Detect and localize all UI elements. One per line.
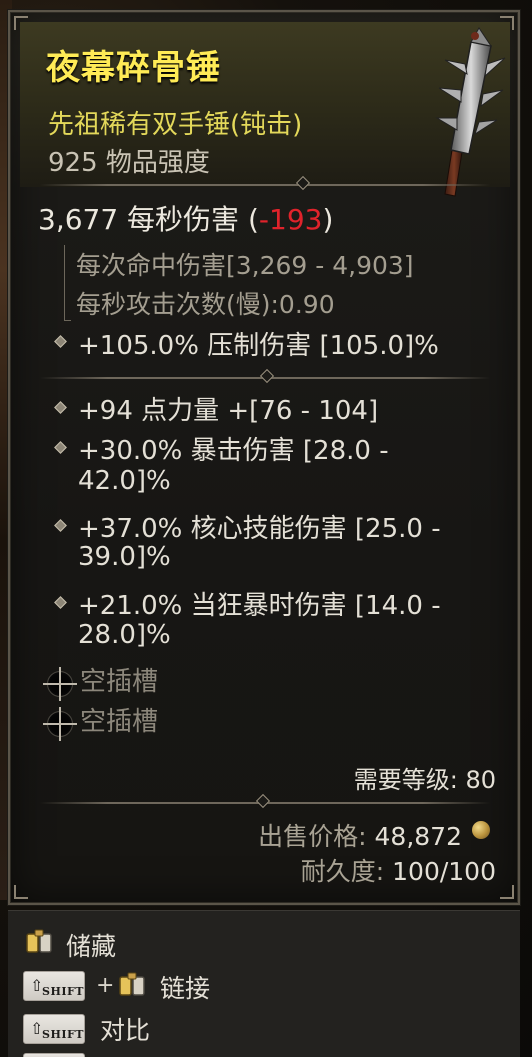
stash-chest-icon [119,972,145,996]
compare-action[interactable]: 对比 [100,1011,150,1047]
corner-ornament [500,885,514,899]
shift-key: ⇧ SHIFT [23,1014,85,1044]
socket-label: 空插槽 [80,707,159,737]
corner-ornament [14,885,28,899]
attack-speed: 每秒攻击次数(慢):0.90 [76,290,335,319]
affix-line: +21.0% 当狂暴时伤害 [14.0 - [78,591,441,621]
separator [40,793,490,809]
game-scene: 夜幕碎骨锤 先祖稀有双手锤(钝击) 925 物品强度 3,677 每秒伤害 (-… [0,0,532,1057]
durability-label: 耐久度: [300,857,393,886]
stash-action[interactable]: 储藏 [66,927,116,963]
separator [40,175,490,191]
mace-icon [435,27,506,197]
item-type: 先祖稀有双手锤(钝击) [48,110,303,140]
sell-price: 出售价格: 48,872 [258,817,462,853]
durability: 耐久度: 100/100 [301,852,496,888]
affix-line: +94 点力量 +[76 - 104] [78,396,379,426]
affix-line: +37.0% 核心技能伤害 [25.0 - [78,514,441,544]
item-name: 夜幕碎骨锤 [46,48,221,88]
plus-sign: + [96,973,115,998]
dps-line: 3,677 每秒伤害 (-193) [38,198,333,238]
link-action[interactable]: 链接 [160,969,210,1005]
required-level: 需要等级: 80 [353,766,496,794]
affix-line-cont: 28.0]% [78,620,171,650]
damage-per-hit: 每次命中伤害[3,269 - 4,903] [76,251,414,280]
shift-key-partial [23,1053,85,1057]
shift-key-label: SHIFT [42,1028,84,1041]
sell-value: 48,872 [374,822,462,851]
item-power: 925 物品强度 [48,148,210,178]
empty-socket-icon [43,707,77,741]
dps-value: 3,677 每秒伤害 [38,203,240,236]
shift-key: ⇧ SHIFT [23,971,85,1001]
separator [40,368,490,384]
affix-line-cont: 39.0]% [78,542,171,572]
shift-key-label: SHIFT [42,985,84,998]
dps-delta-close: ) [322,203,334,236]
gold-coin-icon [472,821,490,839]
dps-delta-open: ( [247,203,259,236]
action-footer: 储藏 ⇧ SHIFT + 链接 ⇧ SHIFT 对比 [8,910,520,1057]
implicit-affix: +105.0% 压制伤害 [105.0]% [78,331,439,361]
empty-socket-icon [43,667,77,701]
sell-label: 出售价格: [258,822,375,851]
affix-line: +30.0% 暴击伤害 [28.0 - [78,436,389,466]
affix-line-cont: 42.0]% [78,466,171,496]
stat-bracket [64,245,71,321]
durability-value: 100/100 [392,857,496,886]
dps-delta: -193 [258,203,323,236]
stash-chest-icon [26,929,52,953]
socket-label: 空插槽 [80,667,159,697]
